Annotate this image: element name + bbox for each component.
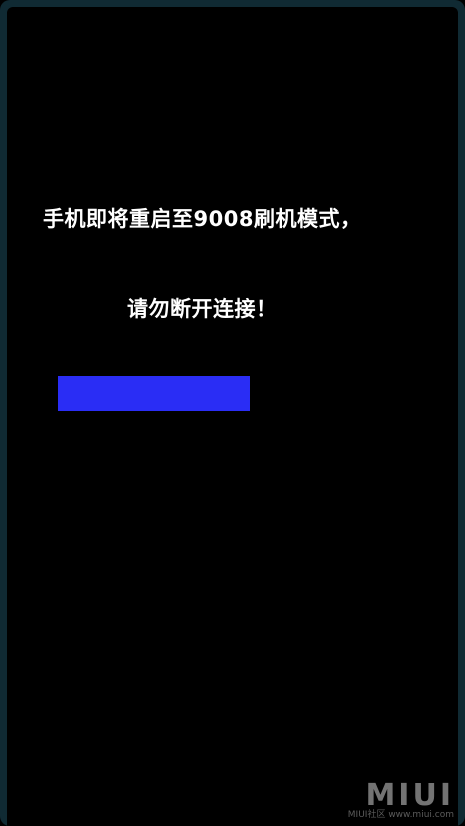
miui-watermark-sub: MIUI社区 www.miui.com [347, 810, 454, 820]
reboot-screen: 手机即将重启至9008刷机模式， 请勿断开连接！ MIUI MIUI社区 www… [7, 7, 458, 826]
miui-watermark: MIUI MIUI社区 www.miui.com [347, 778, 454, 821]
progress-bar-fill [58, 376, 250, 411]
reboot-message-line1: 手机即将重启至9008刷机模式， [43, 207, 362, 231]
device-frame: 手机即将重启至9008刷机模式， 请勿断开连接！ MIUI MIUI社区 www… [0, 0, 465, 826]
progress-bar [58, 376, 407, 411]
reboot-message-line2: 请勿断开连接！ [127, 297, 278, 321]
miui-logo: MIUI [365, 778, 454, 813]
